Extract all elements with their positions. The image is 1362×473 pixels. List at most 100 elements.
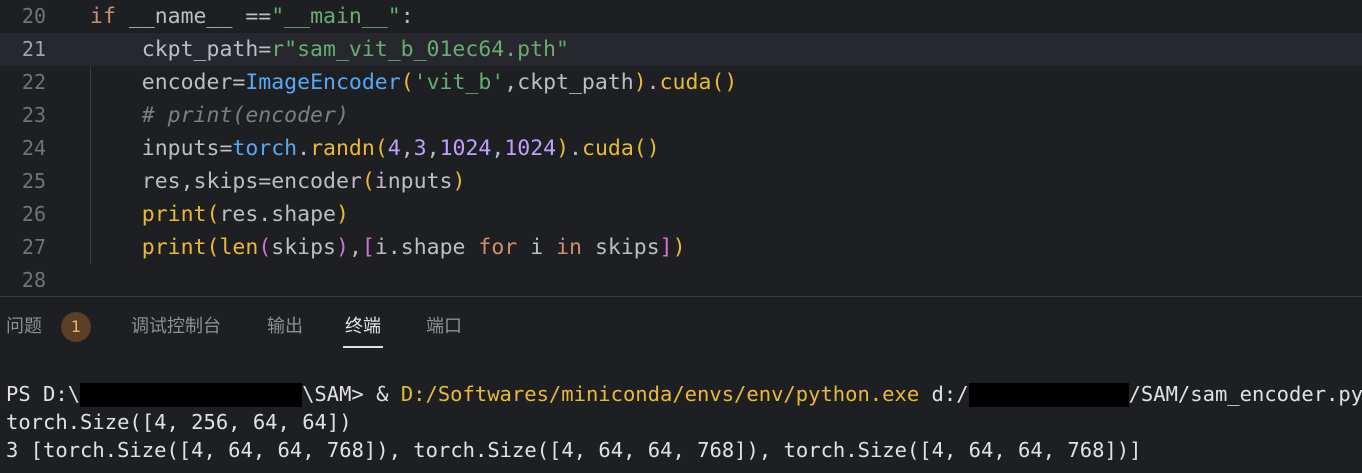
code-token: ( xyxy=(258,235,272,260)
code-token: : xyxy=(400,4,414,29)
prompt-end: \SAM> xyxy=(302,382,377,406)
code-token: [ xyxy=(361,235,375,260)
redacted-path-block xyxy=(80,383,303,407)
tab-output[interactable]: 输出 xyxy=(267,308,303,348)
line-number: 22 xyxy=(21,70,46,94)
code-token: ] xyxy=(659,235,673,260)
code-token: ) xyxy=(672,235,686,260)
code-token: cuda xyxy=(582,136,634,161)
code-token: skips xyxy=(271,235,336,260)
tab-debug-console[interactable]: 调试控制台 xyxy=(131,308,221,348)
line-number: 27 xyxy=(21,235,46,259)
code-token: 'vit_b' xyxy=(413,70,505,95)
tab-ports[interactable]: 端口 xyxy=(426,308,462,348)
code-line[interactable]: 24 inputs=torch.randn(4,3,1024,1024).cud… xyxy=(0,132,1362,165)
code-token: ( xyxy=(400,70,414,95)
problems-count-badge: 1 xyxy=(61,312,91,342)
code-token: . xyxy=(646,70,660,95)
tab-terminal[interactable]: 终端 xyxy=(343,308,383,348)
code-token: inputs xyxy=(374,169,453,194)
terminal-output-line: torch.Size([4, 256, 64, 64]) xyxy=(6,410,352,434)
code-token: ( xyxy=(206,202,220,227)
line-number: 25 xyxy=(21,169,46,193)
code-token: res.shape xyxy=(219,202,336,227)
panel-tabs: 问题 1 调试控制台 输出 终端 端口 xyxy=(0,308,1362,350)
code-token: , xyxy=(426,136,440,161)
script-prefix: d:/ xyxy=(919,382,969,406)
code-line[interactable]: 22 encoder=ImageEncoder('vit_b',ckpt_pat… xyxy=(0,66,1362,99)
code-token: i xyxy=(517,235,557,260)
tab-problems[interactable]: 问题 xyxy=(6,308,42,348)
code-token: ( xyxy=(206,235,220,260)
code-line[interactable]: 26 print(res.shape) xyxy=(0,198,1362,231)
code-token: . xyxy=(297,136,311,161)
code-text: inputs=torch.randn(4,3,1024,1024).cuda() xyxy=(90,132,660,165)
code-line[interactable]: 21 ckpt_path=r"sam_vit_b_01ec64.pth" xyxy=(0,33,1362,66)
terminal-output-line: 3 [torch.Size([4, 64, 64, 768]), torch.S… xyxy=(6,438,1142,462)
code-token: i.shape xyxy=(374,235,479,260)
line-number: 20 xyxy=(21,4,46,28)
code-token: print xyxy=(141,202,207,227)
code-token: "__main__" xyxy=(271,4,401,29)
code-token: () xyxy=(711,70,738,95)
code-token: , xyxy=(400,136,414,161)
line-number: 24 xyxy=(21,136,46,160)
code-token: torch xyxy=(232,136,298,161)
code-token: ) xyxy=(556,136,570,161)
code-token: 3 xyxy=(413,136,427,161)
terminal-command-line: PS D:\ \SAM> & D:/Softwares/miniconda/env… xyxy=(6,380,1362,408)
code-token: len xyxy=(219,235,259,260)
code-text: if __name__ =="__main__": xyxy=(90,0,414,33)
code-token: ) xyxy=(452,169,466,194)
code-token: ) xyxy=(633,70,647,95)
terminal-view[interactable]: PS D:\ \SAM> & D:/Softwares/miniconda/env… xyxy=(0,378,1362,473)
code-token: 4 xyxy=(387,136,401,161)
code-token: # print(encoder) xyxy=(90,103,349,128)
code-line[interactable]: 23 # print(encoder) xyxy=(0,99,1362,132)
code-editor[interactable]: 20 if __name__ =="__main__": 21 ckpt_path=… xyxy=(0,0,1362,296)
code-token: ckpt_path= xyxy=(90,37,272,62)
code-token: , xyxy=(491,136,505,161)
script-suffix: /SAM/sam_encoder.py xyxy=(1128,382,1362,406)
code-token: res,skips=encoder xyxy=(90,169,362,194)
prompt-start: PS D:\ xyxy=(6,382,81,406)
code-token: __name__ == xyxy=(115,4,272,29)
code-text: encoder=ImageEncoder('vit_b',ckpt_path).… xyxy=(90,66,738,99)
code-token: . xyxy=(569,136,582,161)
code-line[interactable]: 20 if __name__ =="__main__": xyxy=(0,0,1362,33)
code-text: ckpt_path=r"sam_vit_b_01ec64.pth" xyxy=(90,33,569,66)
code-line[interactable]: 27 print(len(skips),[i.shape for i in sk… xyxy=(0,231,1362,264)
code-token: ,ckpt_path xyxy=(504,70,634,95)
code-token: ( xyxy=(361,169,375,194)
code-token: cuda xyxy=(659,70,712,95)
code-token: 1024 xyxy=(439,136,492,161)
line-number: 23 xyxy=(21,103,46,127)
code-line[interactable]: 25 res,skips=encoder(inputs) xyxy=(0,165,1362,198)
code-text: # print(encoder) xyxy=(90,99,349,132)
code-token: ) xyxy=(335,202,349,227)
code-token: in xyxy=(556,235,582,260)
code-token: print xyxy=(141,235,207,260)
command-amp: & xyxy=(376,382,401,406)
python-path: D:/Softwares/miniconda/envs/env/python.e… xyxy=(400,382,920,406)
code-text: res,skips=encoder(inputs) xyxy=(90,165,466,198)
code-token: ImageEncoder xyxy=(245,70,401,95)
code-token: skips xyxy=(582,235,660,260)
code-line[interactable]: 28 xyxy=(0,264,1362,297)
code-text: print(len(skips),[i.shape for i in skips… xyxy=(90,231,686,264)
code-token: randn xyxy=(310,136,375,161)
code-text: print(res.shape) xyxy=(90,198,349,231)
code-token: encoder= xyxy=(90,70,246,95)
code-token: , xyxy=(348,235,362,260)
code-token: 1024 xyxy=(504,136,557,161)
code-token: inputs= xyxy=(90,136,233,161)
panel-divider xyxy=(0,296,1362,297)
line-number: 26 xyxy=(21,202,46,226)
redacted-script-block xyxy=(968,383,1129,407)
code-token: r"sam_vit_b_01ec64.pth" xyxy=(271,37,569,62)
line-number: 28 xyxy=(21,268,46,292)
code-token: ) xyxy=(336,235,349,260)
code-token: if xyxy=(90,4,116,29)
